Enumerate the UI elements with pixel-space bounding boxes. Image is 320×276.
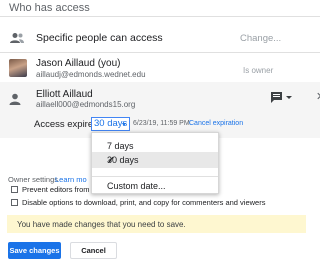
unsaved-changes-text: You have made changes that you need to s… — [17, 220, 186, 229]
learn-more-link[interactable]: Learn mo — [55, 175, 87, 184]
prevent-editors-checkbox[interactable] — [11, 186, 18, 193]
owner-role-label: Is owner — [243, 66, 274, 75]
cancel-button[interactable]: Cancel — [70, 242, 117, 259]
option-label: Custom date... — [107, 181, 166, 191]
option-label: 30 days — [107, 155, 139, 165]
dropdown-option-30-days[interactable]: ✓ 30 days — [92, 152, 218, 168]
divider — [0, 52, 320, 53]
cancel-expiration-link[interactable]: Cancel expiration — [189, 120, 243, 127]
person-email: aillaell000@edmonds15.org — [36, 100, 136, 109]
person-name: Elliott Aillaud — [36, 89, 93, 100]
dropdown-option-custom-date[interactable]: Custom date... — [92, 178, 218, 194]
person-email: aillaudj@edmonds.wednet.edu — [36, 70, 146, 79]
people-icon — [10, 33, 24, 43]
dropdown-caret-icon — [122, 123, 126, 126]
access-expires-label: Access expires — [34, 119, 98, 130]
section-title: Who has access — [9, 2, 90, 14]
avatar — [9, 59, 27, 77]
option-label: 7 days — [107, 141, 134, 151]
change-access-link[interactable]: Change... — [240, 33, 281, 44]
person-name: Jason Aillaud (you) — [36, 58, 121, 69]
owner-settings-label: Owner settings — [8, 175, 59, 184]
expiration-dropdown-menu: 7 days ✓ 30 days Custom date... — [91, 132, 219, 194]
prevent-editors-label: Prevent editors from c — [22, 185, 96, 194]
comment-role-icon[interactable] — [270, 91, 292, 105]
save-changes-button[interactable]: Save changes — [8, 242, 61, 259]
divider — [92, 176, 218, 177]
person-icon — [9, 93, 21, 105]
remove-person-close-icon[interactable]: ✕ — [316, 92, 320, 103]
expiration-date: 6/23/19, 11:59 PM — [133, 120, 190, 127]
expiration-select[interactable]: 30 days — [91, 117, 130, 131]
divider — [0, 16, 320, 17]
disable-download-checkbox[interactable] — [11, 199, 18, 206]
general-access-label: Specific people can access — [36, 32, 163, 44]
disable-download-label: Disable options to download, print, and … — [22, 198, 266, 207]
